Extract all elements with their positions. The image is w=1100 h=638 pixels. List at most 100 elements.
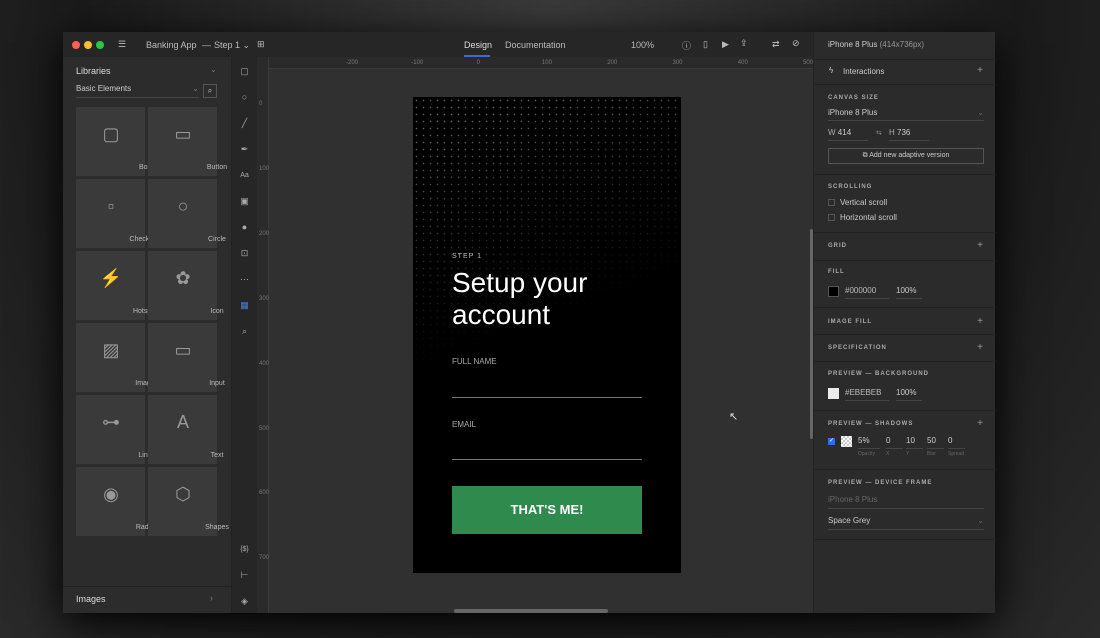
ruler-y-tick: 100 bbox=[259, 165, 270, 172]
shadow-y-field[interactable]: 10 bbox=[906, 436, 923, 449]
shadow-enabled-checkbox[interactable]: ✓ bbox=[828, 438, 835, 445]
library-item-image[interactable]: ▨ Image bbox=[76, 323, 155, 392]
fill-color-swatch[interactable] bbox=[828, 286, 839, 297]
shadow-opacity-field[interactable]: 5% bbox=[858, 436, 880, 449]
library-search-button[interactable]: ⌕ bbox=[203, 84, 217, 98]
image-tool-icon[interactable]: ▣ bbox=[238, 195, 251, 208]
vertical-scroll-checkbox[interactable]: Vertical scroll bbox=[828, 198, 887, 207]
app-window: ☰ Banking App — Step 1 ⌄ ⊞ Design Docume… bbox=[63, 32, 996, 613]
embed-tool-icon[interactable]: ⊡ bbox=[238, 247, 251, 260]
shadow-color-swatch[interactable] bbox=[841, 436, 852, 447]
menu-icon[interactable]: ☰ bbox=[118, 39, 126, 50]
link-dimensions-icon[interactable]: ⇆ bbox=[876, 129, 882, 137]
library-item-box[interactable]: ▢ Box bbox=[76, 107, 151, 176]
preview-bg-swatch[interactable] bbox=[828, 388, 839, 399]
zoom-level[interactable]: 100% bbox=[631, 40, 654, 50]
library-item-shapes[interactable]: ⬡ Shapes bbox=[148, 467, 229, 536]
horizontal-scroll-label: Horizontal scroll bbox=[840, 213, 897, 222]
add-interaction-icon[interactable]: + bbox=[977, 65, 983, 76]
icon-icon: ✿ bbox=[175, 268, 191, 288]
device-frame-title: PREVIEW — DEVICE FRAME bbox=[828, 480, 933, 486]
ruler-y-tick: 200 bbox=[259, 230, 270, 237]
tab-documentation[interactable]: Documentation bbox=[505, 40, 566, 50]
components-icon[interactable]: ▦ bbox=[238, 299, 251, 312]
transitions-icon[interactable]: ⇄ bbox=[772, 39, 780, 50]
maximize-window-button[interactable] bbox=[96, 41, 104, 49]
ruler-x-tick: 100 bbox=[541, 60, 552, 66]
libraries-panel: Libraries ⌄ Basic Elements ⌄ ⌕ ▢ Box ▭ Butto… bbox=[63, 57, 232, 613]
library-item-button[interactable]: ▭ Button bbox=[148, 107, 227, 176]
library-item-radio[interactable]: ◉ Radio bbox=[76, 467, 154, 536]
library-filter-select[interactable]: Basic Elements ⌄ bbox=[76, 84, 199, 98]
library-item-input[interactable]: ▭ Input bbox=[148, 323, 225, 392]
libraries-collapse-icon[interactable]: ⌄ bbox=[210, 65, 217, 74]
shadow-field-label: Spread bbox=[948, 451, 965, 457]
device-preview-icon[interactable]: ▯ bbox=[703, 39, 708, 50]
add-shadow-icon[interactable]: + bbox=[977, 418, 983, 429]
add-image-fill-icon[interactable]: + bbox=[977, 316, 983, 327]
horizontal-scroll-checkbox[interactable]: Horizontal scroll bbox=[828, 213, 897, 222]
line-tool-icon[interactable]: ╱ bbox=[238, 117, 251, 130]
library-item-circle[interactable]: ○ Circle bbox=[148, 179, 226, 248]
fill-hex-field[interactable]: #000000 bbox=[845, 286, 889, 299]
horizontal-scrollbar[interactable] bbox=[454, 609, 608, 613]
tab-design[interactable]: Design bbox=[464, 40, 492, 50]
width-field[interactable]: W 414 bbox=[828, 128, 868, 141]
add-adaptive-version-button[interactable]: ⧉ Add new adaptive version bbox=[828, 148, 984, 164]
add-page-icon[interactable]: ⊞ bbox=[257, 39, 265, 50]
properties-panel: iPhone 8 Plus (414x736px) ϟ Interactions… bbox=[813, 32, 996, 613]
preview-bg-hex-field[interactable]: #EBEBEB bbox=[845, 388, 889, 401]
shadow-field-label: Y bbox=[906, 451, 910, 457]
library-item-hotspot[interactable]: ⚡ Hotspot bbox=[76, 251, 157, 320]
design-canvas[interactable]: -200 -100 0 100 200 300 400 500 0 100 200 300 400 50… bbox=[257, 57, 813, 613]
preview-bg-opacity-field[interactable]: 100% bbox=[896, 388, 922, 401]
ruler-x-tick: 200 bbox=[607, 60, 618, 66]
device-frame-select[interactable]: Space Grey ⌄ bbox=[828, 516, 984, 530]
shadow-x-field[interactable]: 0 bbox=[886, 436, 903, 449]
more-icon[interactable]: ⋯ bbox=[238, 273, 251, 286]
full-name-input[interactable] bbox=[452, 397, 642, 398]
shadow-spread-field[interactable]: 0 bbox=[948, 436, 965, 449]
close-window-button[interactable] bbox=[72, 41, 80, 49]
ruler-x-tick: -100 bbox=[411, 60, 424, 66]
interactions-label[interactable]: Interactions bbox=[843, 67, 884, 76]
phone-screen[interactable]: STEP 1 Setup your account FULL NAME EMAI… bbox=[413, 97, 681, 573]
rectangle-tool-icon[interactable]: ▢ bbox=[238, 65, 251, 78]
ruler-x-tick: 400 bbox=[737, 60, 748, 66]
pen-tool-icon[interactable]: ✒ bbox=[238, 143, 251, 156]
variables-icon[interactable]: {$} bbox=[238, 543, 251, 556]
circle-tool-icon[interactable]: ○ bbox=[238, 91, 251, 104]
shadow-blur-field[interactable]: 50 bbox=[927, 436, 944, 449]
image-icon: ▨ bbox=[102, 340, 120, 360]
add-specification-icon[interactable]: + bbox=[977, 342, 983, 353]
grid-title: GRID bbox=[828, 243, 847, 249]
shadow-field-label: X bbox=[886, 451, 890, 457]
tree-icon[interactable]: ⊢ bbox=[238, 569, 251, 582]
text-tool-icon[interactable]: Aa bbox=[238, 169, 251, 182]
help-icon[interactable]: ⓘ bbox=[682, 39, 691, 52]
height-value: 736 bbox=[897, 128, 911, 137]
status-check-icon[interactable]: ⊘ bbox=[792, 38, 800, 49]
library-item-icon[interactable]: ✿ Icon bbox=[148, 251, 224, 320]
fill-opacity-field[interactable]: 100% bbox=[896, 286, 922, 299]
thats-me-button[interactable]: THAT'S ME! bbox=[452, 486, 642, 534]
location-pin-icon[interactable]: ● bbox=[238, 221, 251, 234]
library-item-line[interactable]: ⊶ Line bbox=[76, 395, 152, 464]
library-item-text[interactable]: A Text bbox=[148, 395, 223, 464]
share-icon[interactable]: ⇪ bbox=[740, 38, 748, 49]
email-input[interactable] bbox=[452, 459, 642, 460]
library-item-checkbox[interactable]: ▫ Checkbox bbox=[76, 179, 161, 248]
chevron-right-icon[interactable]: › bbox=[210, 593, 213, 603]
add-grid-icon[interactable]: + bbox=[977, 240, 983, 251]
layers-icon[interactable]: ◈ bbox=[238, 595, 251, 608]
page-selector[interactable]: Step 1 ⌄ bbox=[214, 40, 250, 51]
canvas-preset-value: iPhone 8 Plus bbox=[828, 108, 878, 117]
images-section[interactable]: Images bbox=[76, 594, 106, 604]
play-icon[interactable]: ▶ bbox=[722, 39, 729, 50]
height-field[interactable]: H 736 bbox=[889, 128, 929, 141]
search-icon[interactable]: ⌕ bbox=[238, 325, 251, 338]
canvas-preset-select[interactable]: iPhone 8 Plus ⌄ bbox=[828, 108, 984, 121]
lightning-icon: ϟ bbox=[829, 66, 834, 75]
minimize-window-button[interactable] bbox=[84, 41, 92, 49]
w-label: W bbox=[828, 128, 836, 137]
